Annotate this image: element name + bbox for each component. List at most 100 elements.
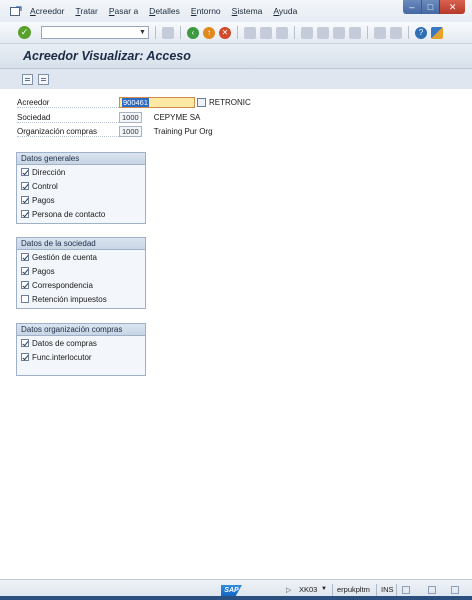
menu-entorno[interactable]: Entorno [191, 6, 221, 16]
shortcut-icon[interactable] [390, 26, 402, 39]
check-row-control[interactable]: Control [17, 179, 145, 193]
checkbox-label: Func.interlocutor [32, 352, 92, 362]
toolbar-separator [155, 26, 156, 39]
checkbox-control[interactable] [21, 182, 29, 190]
other-vendor-icon[interactable] [38, 73, 49, 85]
sociedad-label: Sociedad [17, 112, 119, 123]
group-datos-org-compras: Datos organización compras Datos de comp… [16, 323, 146, 376]
toolbar-separator [180, 26, 181, 39]
status-dropdown-icon[interactable]: ▼ [321, 586, 327, 592]
acreedor-row: Acreedor 900461 RETRONIC [17, 96, 251, 108]
sociedad-row: Sociedad 1000 CEPYME SA [17, 111, 200, 123]
status-lock-icon[interactable] [428, 586, 436, 594]
status-info-icon[interactable] [402, 586, 410, 594]
next-page-icon[interactable] [333, 26, 345, 39]
org-compras-row: Organización compras 1000 Training Pur O… [17, 125, 213, 137]
org-compras-description: Training Pur Org [153, 126, 213, 136]
menu-pasar-a[interactable]: Pasar a [109, 6, 138, 16]
search-help-icon[interactable] [197, 97, 206, 107]
status-mode: INS [381, 585, 394, 594]
first-page-icon[interactable] [301, 26, 313, 39]
application-toolbar [0, 69, 472, 89]
acreedor-description: RETRONIC [209, 97, 251, 107]
menu-detalles[interactable]: Detalles [149, 6, 180, 16]
checkbox-gestion-cuenta[interactable] [21, 253, 29, 261]
window-controls: – □ ✕ [403, 0, 465, 14]
acreedor-input[interactable]: 900461 [119, 96, 195, 108]
title-bar: Acreedor Visualizar: Acceso [0, 44, 472, 69]
last-page-icon[interactable] [349, 26, 361, 39]
menu-sistema[interactable]: Sistema [232, 6, 263, 16]
checkbox-datos-compras[interactable] [21, 339, 29, 347]
check-row-gestion-cuenta[interactable]: Gestión de cuenta [17, 250, 145, 264]
system-toolbar: ✓ ▼ ‹ ↑ ✕ ? [0, 22, 472, 44]
create-session-icon[interactable] [374, 26, 386, 39]
status-layout-icon[interactable] [451, 586, 459, 594]
status-divider [396, 584, 397, 596]
check-row-retencion-impuestos[interactable]: Retención impuestos [17, 292, 145, 306]
bottom-stripe [0, 596, 472, 600]
find-next-icon[interactable] [276, 26, 288, 39]
back-icon[interactable]: ‹ [187, 26, 199, 39]
print-icon[interactable] [244, 26, 256, 39]
menu-bar: Acreedor Tratar Pasar a Detalles Entorno… [0, 0, 472, 22]
org-compras-label: Organización compras [17, 126, 119, 137]
checkbox-label: Datos de compras [32, 338, 97, 348]
cancel-icon[interactable]: ✕ [219, 26, 231, 39]
menu-ayuda[interactable]: Ayuda [273, 6, 297, 16]
group-datos-generales: Datos generales Dirección Control Pagos … [16, 152, 146, 224]
sociedad-input[interactable]: 1000 [119, 111, 142, 123]
save-icon[interactable] [162, 26, 174, 39]
checkbox-retencion-impuestos[interactable] [21, 295, 29, 303]
checkbox-label: Correspondencia [32, 280, 93, 290]
sap-logo: SAP [221, 585, 242, 596]
sociedad-description: CEPYME SA [153, 112, 201, 122]
menu-acreedor[interactable]: Acreedor [30, 6, 65, 16]
check-row-direccion[interactable]: Dirección [17, 165, 145, 179]
checkbox-label: Control [32, 181, 58, 191]
toolbar-separator [237, 26, 238, 39]
checkbox-pagos[interactable] [21, 196, 29, 204]
main-content: Acreedor 900461 RETRONIC Sociedad 1000 C… [0, 89, 472, 579]
find-icon[interactable] [260, 26, 272, 39]
acreedor-value: 900461 [122, 97, 150, 107]
checkbox-func-interlocutor[interactable] [21, 353, 29, 361]
enter-check-icon[interactable]: ✓ [18, 26, 31, 39]
checkbox-label: Dirección [32, 167, 66, 177]
previous-page-icon[interactable] [317, 26, 329, 39]
toolbar-separator [294, 26, 295, 39]
check-row-pagos[interactable]: Pagos [17, 193, 145, 207]
maximize-button[interactable]: □ [420, 0, 440, 14]
menu-tratar[interactable]: Tratar [76, 6, 98, 16]
check-row-correspondencia[interactable]: Correspondencia [17, 278, 145, 292]
check-row-persona-contacto[interactable]: Persona de contacto [17, 207, 145, 221]
status-expand-icon[interactable]: ▷ [286, 586, 291, 594]
exit-icon[interactable]: ↑ [203, 26, 215, 39]
check-row-func-interlocutor[interactable]: Func.interlocutor [17, 350, 145, 364]
checkbox-label: Gestión de cuenta [32, 252, 97, 262]
customize-layout-icon[interactable] [431, 26, 443, 39]
help-icon[interactable]: ? [415, 26, 427, 39]
minimize-button[interactable]: – [403, 0, 421, 14]
acreedor-label: Acreedor [17, 97, 119, 108]
status-divider [376, 584, 377, 596]
status-divider [332, 584, 333, 596]
close-button[interactable]: ✕ [439, 0, 465, 14]
toolbar-separator [367, 26, 368, 39]
checkbox-label: Persona de contacto [32, 209, 106, 219]
checkbox-persona-contacto[interactable] [21, 210, 29, 218]
checkbox-label: Pagos [32, 266, 55, 276]
group-datos-generales-title: Datos generales [17, 153, 145, 165]
org-compras-input[interactable]: 1000 [119, 125, 142, 137]
command-dropdown-icon[interactable]: ▼ [138, 28, 147, 37]
toolbar-separator [408, 26, 409, 39]
menu-options-icon[interactable] [10, 5, 22, 17]
checkbox-direccion[interactable] [21, 168, 29, 176]
command-field[interactable]: ▼ [41, 26, 149, 39]
check-row-pagos-sociedad[interactable]: Pagos [17, 264, 145, 278]
checkbox-pagos-sociedad[interactable] [21, 267, 29, 275]
checkbox-correspondencia[interactable] [21, 281, 29, 289]
check-row-datos-compras[interactable]: Datos de compras [17, 336, 145, 350]
group-datos-sociedad-title: Datos de la sociedad [17, 238, 145, 250]
all-selections-icon[interactable] [22, 73, 33, 85]
